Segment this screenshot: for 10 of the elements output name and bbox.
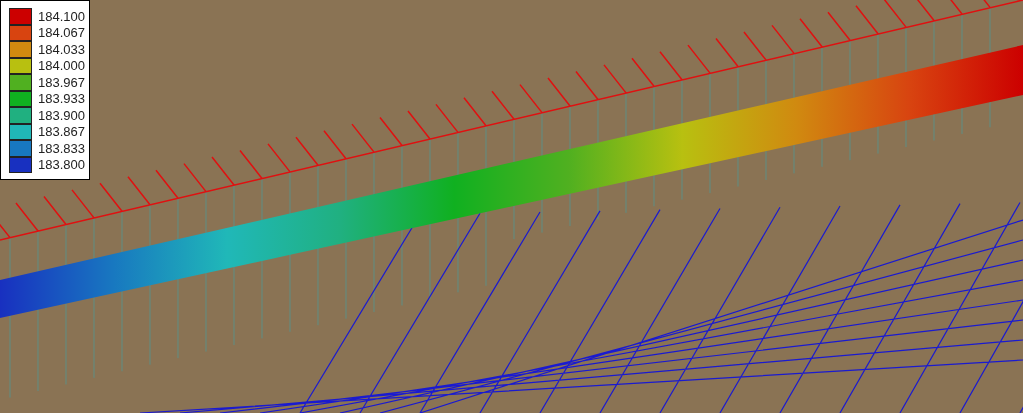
- legend-value: 184.000: [38, 59, 85, 73]
- legend-value: 183.933: [38, 92, 85, 106]
- legend-value: 184.067: [38, 26, 85, 40]
- legend-value: 184.100: [38, 9, 85, 23]
- legend-value: 183.900: [38, 108, 85, 122]
- legend-value: 183.867: [38, 125, 85, 139]
- legend-value: 183.967: [38, 75, 85, 89]
- legend-value: 183.800: [38, 158, 85, 172]
- legend-value: 183.833: [38, 141, 85, 155]
- legend-value: 184.033: [38, 42, 85, 56]
